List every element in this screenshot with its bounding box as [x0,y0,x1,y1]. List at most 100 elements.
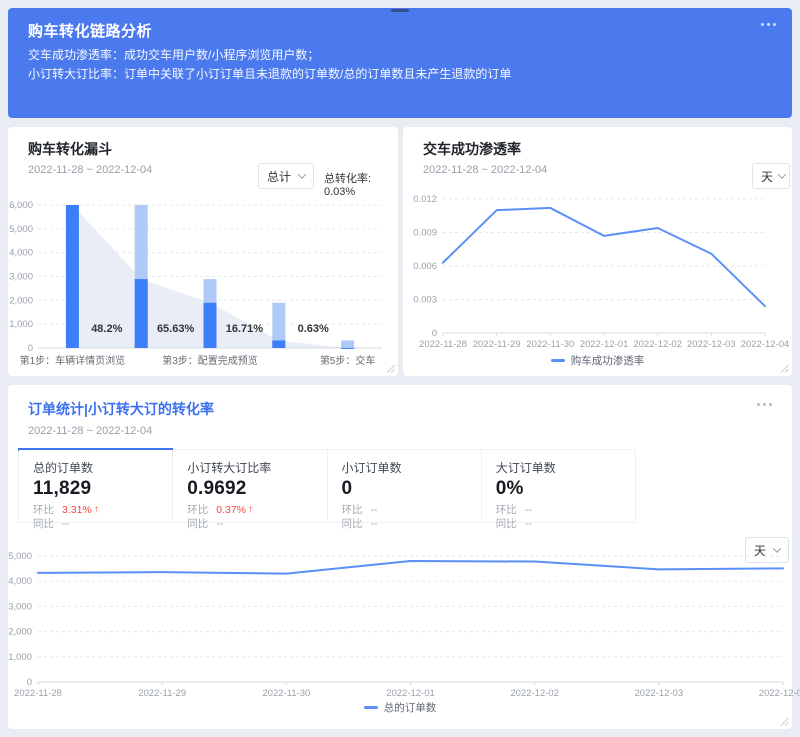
svg-text:6,000: 6,000 [9,200,33,211]
metric-value: 0 [342,478,467,500]
orders-legend[interactable]: 总的订单数 [8,700,792,715]
svg-text:2022-12-02: 2022-12-02 [510,688,559,699]
svg-text:2022-11-29: 2022-11-29 [138,688,186,699]
svg-text:0.012: 0.012 [413,194,437,205]
svg-text:2022-12-02: 2022-12-02 [633,339,682,350]
svg-text:2022-12-04: 2022-12-04 [741,339,790,350]
mom-value: -- [525,503,532,517]
svg-text:3,000: 3,000 [9,272,33,283]
chevron-down-icon [298,170,306,178]
mom-value: 3.31% [62,503,92,517]
yoy-value: -- [371,517,378,531]
svg-text:3,000: 3,000 [8,601,32,612]
orders-line-chart: 0 1,000 2,000 3,000 4,000 5,000 2022-11-28 2022… [8,545,792,717]
svg-text:0.63%: 0.63% [298,323,329,335]
legend-label: 总的订单数 [384,700,437,715]
metric-card-small-orders[interactable]: 小订订单数 0 环比 -- 同比 -- [328,450,482,522]
description-line-2: 小订转大订比率：订单中关联了小订订单且未退款的订单数/总的订单数且未产生退款的订… [28,65,511,84]
yoy-value: -- [216,517,223,531]
svg-text:2022-12-01: 2022-12-01 [580,339,629,350]
metric-card-total-orders[interactable]: 总的订单数 11,829 环比 3.31% ↑ 同比 -- [19,450,173,522]
funnel-panel-title: 购车转化漏斗 [28,139,112,159]
svg-text:2022-11-30: 2022-11-30 [526,339,574,350]
svg-text:2022-11-28: 2022-11-28 [14,688,62,699]
yoy-value: -- [62,517,69,531]
legend-line-icon [551,359,565,362]
funnel-granularity-select[interactable]: 总计 [258,163,314,189]
dashboard-page: { "banner": { "title": "购车转化链路分析", "desc… [0,0,800,737]
page-title: 购车转化链路分析 [28,20,152,41]
penetration-panel: 交车成功渗透率 2022-11-28 ~ 2022-12-04 天 00.003… [403,127,792,376]
yoy-row: 同比 -- [187,517,312,531]
svg-text:5,000: 5,000 [8,551,32,562]
orders-date-range: 2022-11-28 ~ 2022-12-04 [28,425,152,437]
metric-card-small-to-large-ratio[interactable]: 小订转大订比率 0.9692 环比 0.37% ↑ 同比 -- [173,450,327,522]
mom-value: -- [371,503,378,517]
chevron-down-icon [778,170,786,178]
yoy-row: 同比 -- [496,517,621,531]
yoy-row: 同比 -- [33,517,158,531]
svg-text:2022-12-03: 2022-12-03 [635,688,684,699]
svg-text:2022-12-03: 2022-12-03 [687,339,736,350]
penetration-granularity-select[interactable]: 天 [752,163,790,189]
penetration-legend[interactable]: 购车成功渗透率 [403,353,792,368]
resize-handle-icon[interactable] [780,364,789,373]
arrow-up-icon: ↑ [248,503,253,517]
penetration-panel-title: 交车成功渗透率 [423,139,521,159]
svg-text:2022-12-01: 2022-12-01 [386,688,435,699]
svg-text:0: 0 [432,328,437,339]
svg-text:16.71%: 16.71% [226,323,264,335]
svg-text:1,000: 1,000 [8,652,32,663]
metric-value: 0.9692 [187,478,312,500]
svg-text:48.2%: 48.2% [91,323,122,335]
svg-text:4,000: 4,000 [9,248,33,259]
metric-label: 小订转大订比率 [187,459,312,476]
mom-row: 环比 -- [342,503,467,517]
svg-text:第5步：交车: 第5步：交车 [320,354,376,367]
more-menu-icon[interactable] [757,403,772,406]
orders-panel-title: 订单统计|小订转大订的转化率 [28,399,214,419]
resize-handle-icon[interactable] [386,364,395,373]
header-banner: 购车转化链路分析 交车成功渗透率：成功交车用户数/小程序浏览用户数； 小订转大订… [8,8,792,118]
description-line-1: 交车成功渗透率：成功交车用户数/小程序浏览用户数； [28,46,511,65]
more-menu-icon[interactable] [761,23,776,26]
svg-text:2022-11-28: 2022-11-28 [419,339,467,350]
metric-label: 大订订单数 [496,459,621,476]
svg-text:第1步：车辆详情页浏览: 第1步：车辆详情页浏览 [20,354,126,367]
mom-row: 环比 0.37% ↑ [187,503,312,517]
drag-handle-icon[interactable] [391,9,409,12]
svg-text:0: 0 [28,343,33,354]
arrow-up-icon: ↑ [94,503,99,517]
svg-text:2,000: 2,000 [9,295,33,306]
svg-text:2022-11-29: 2022-11-29 [473,339,521,350]
metric-cards: 总的订单数 11,829 环比 3.31% ↑ 同比 -- 小订转大订比率 0.… [18,449,636,523]
metric-value: 11,829 [33,478,158,500]
mom-row: 环比 -- [496,503,621,517]
page-description: 交车成功渗透率：成功交车用户数/小程序浏览用户数； 小订转大订比率：订单中关联了… [28,46,511,84]
resize-handle-icon[interactable] [780,717,789,726]
funnel-panel: 购车转化漏斗 2022-11-28 ~ 2022-12-04 总计 总转化率: … [8,127,398,376]
funnel-chart: 0 1,000 2,000 3,000 4,000 5,000 6,000 第1步：车辆详情页… [8,193,398,371]
mom-row: 环比 3.31% ↑ [33,503,158,517]
penetration-line-chart: 00.0030.0060.0090.0122022-11-282022-11-2… [403,193,792,371]
metric-value: 0% [496,478,621,500]
legend-line-icon [364,706,378,709]
svg-text:5,000: 5,000 [9,224,33,235]
yoy-row: 同比 -- [342,517,467,531]
metric-label: 小订订单数 [342,459,467,476]
metric-card-large-orders[interactable]: 大订订单数 0% 环比 -- 同比 -- [482,450,635,522]
orders-panel: 订单统计|小订转大订的转化率 2022-11-28 ~ 2022-12-04 总… [8,385,792,729]
funnel-date-range: 2022-11-28 ~ 2022-12-04 [28,164,152,176]
legend-label: 购车成功渗透率 [571,353,645,368]
yoy-value: -- [525,517,532,531]
mom-value: 0.37% [216,503,246,517]
svg-text:0: 0 [27,677,32,688]
svg-text:4,000: 4,000 [8,576,32,587]
svg-text:1,000: 1,000 [9,319,33,330]
svg-text:2,000: 2,000 [8,627,32,638]
svg-text:0.006: 0.006 [413,261,437,272]
svg-text:第3步：配置完成预览: 第3步：配置完成预览 [162,354,258,367]
svg-text:0.009: 0.009 [413,228,437,239]
svg-text:2022-12-04: 2022-12-04 [759,688,800,699]
metric-label: 总的订单数 [33,459,158,476]
